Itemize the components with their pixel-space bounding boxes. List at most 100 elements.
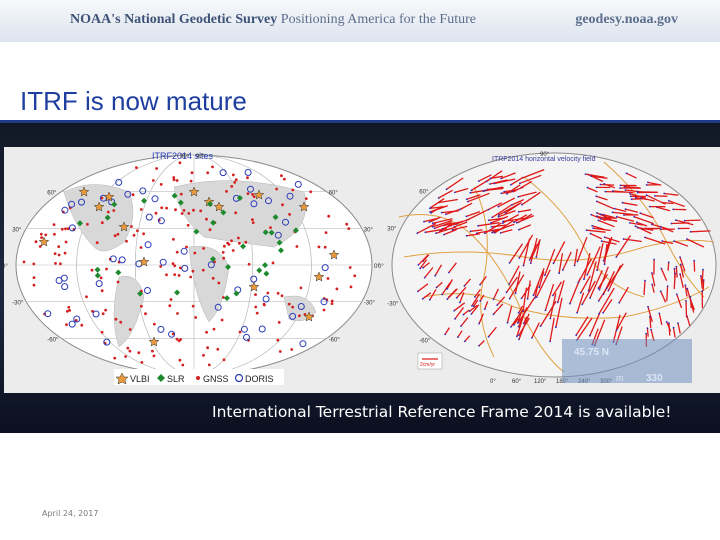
velocity-site-dot — [506, 192, 508, 195]
gnss-site-marker — [159, 183, 163, 186]
velocity-site-dot — [674, 219, 677, 221]
gnss-site-marker — [65, 323, 68, 326]
velocity-site-dot — [490, 222, 492, 224]
gnss-site-marker — [211, 276, 215, 280]
velocity-site-dot — [672, 208, 675, 211]
velocity-site-dot — [653, 258, 655, 261]
velocity-site-dot — [561, 269, 564, 271]
velocity-site-dot — [658, 312, 661, 315]
velocity-site-dot — [597, 300, 600, 302]
gnss-site-marker — [281, 203, 284, 207]
gnss-site-marker — [171, 262, 175, 265]
gnss-legend-icon — [196, 376, 200, 380]
velocity-site-dot — [508, 262, 511, 264]
velocity-site-dot — [457, 336, 459, 338]
gnss-site-marker — [275, 187, 278, 191]
maps-panel: ITRF2014 sites 90°90°60°60°30°30°0°0°-30… — [2, 147, 720, 393]
velocity-site-dot — [444, 333, 446, 336]
velocity-site-dot — [514, 292, 517, 295]
velocity-site-dot — [673, 240, 675, 242]
gnss-site-marker — [221, 251, 225, 254]
gnss-site-marker — [330, 302, 334, 305]
lat-label: 0° — [378, 264, 384, 270]
gnss-site-marker — [233, 181, 237, 184]
velocity-site-dot — [683, 219, 686, 222]
velocity-site-dot — [589, 297, 591, 299]
gnss-site-marker — [176, 312, 179, 315]
gnss-site-marker — [175, 179, 179, 182]
maps-figure: ITRF2014 sites 90°90°60°60°30°30°0°0°-30… — [2, 151, 717, 385]
velocity-site-dot — [622, 238, 625, 240]
gnss-site-marker — [95, 241, 99, 245]
gnss-site-marker — [244, 240, 248, 244]
gnss-site-marker — [212, 327, 216, 331]
velocity-site-dot — [459, 301, 461, 304]
gnss-site-marker — [277, 321, 281, 324]
gnss-site-marker — [309, 190, 313, 194]
gnss-site-marker — [206, 171, 210, 175]
gnss-site-marker — [142, 232, 146, 236]
gnss-site-marker — [186, 223, 190, 227]
velocity-site-dot — [493, 182, 496, 185]
gnss-site-marker — [189, 179, 193, 183]
website-link[interactable]: geodesy.noaa.gov — [575, 12, 678, 28]
velocity-site-dot — [602, 311, 604, 314]
velocity-site-dot — [470, 189, 473, 192]
velocity-site-dot — [490, 225, 493, 228]
velocity-site-dot — [497, 214, 500, 216]
velocity-site-dot — [451, 228, 454, 231]
lat-label: 90° — [540, 152, 550, 158]
velocity-site-dot — [470, 313, 473, 315]
gnss-site-marker — [101, 312, 105, 316]
gnss-site-marker — [178, 161, 182, 165]
velocity-site-dot — [508, 283, 511, 286]
velocity-site-dot — [600, 240, 603, 243]
gnss-site-marker — [194, 316, 198, 319]
velocity-site-dot — [598, 312, 600, 315]
gnss-site-marker — [217, 281, 221, 285]
velocity-site-dot — [611, 211, 614, 214]
velocity-site-dot — [513, 324, 515, 326]
gnss-site-marker — [330, 299, 334, 303]
velocity-site-dot — [677, 322, 679, 325]
velocity-site-dot — [677, 227, 680, 230]
velocity-site-dot — [448, 271, 450, 274]
velocity-site-dot — [535, 256, 538, 258]
gnss-site-marker — [104, 308, 107, 312]
gnss-site-marker — [222, 358, 226, 362]
gnss-site-marker — [190, 171, 194, 175]
velocity-site-dot — [499, 232, 502, 234]
gnss-site-marker — [40, 236, 43, 239]
velocity-site-dot — [673, 267, 676, 270]
gnss-site-marker — [222, 256, 226, 260]
overlay-unit: m — [616, 373, 624, 383]
velocity-site-dot — [434, 274, 437, 277]
velocity-site-dot — [647, 305, 649, 308]
velocity-site-dot — [522, 322, 525, 325]
velocity-site-dot — [581, 303, 584, 306]
velocity-site-dot — [686, 287, 689, 290]
velocity-site-dot — [645, 332, 648, 335]
velocity-site-dot — [465, 234, 468, 237]
velocity-site-dot — [417, 290, 419, 293]
velocity-site-dot — [569, 302, 571, 305]
gnss-site-marker — [326, 277, 330, 280]
velocity-site-dot — [501, 222, 504, 224]
header-brand: NOAA's National Geodetic Survey Position… — [70, 12, 476, 28]
velocity-site-dot — [597, 287, 600, 289]
velocity-site-dot — [603, 263, 606, 266]
gnss-site-marker — [283, 177, 286, 181]
left-map: ITRF2014 sites 90°90°60°60°30°30°0°0°-30… — [2, 151, 380, 385]
gnss-site-marker — [85, 295, 88, 299]
gnss-site-marker — [317, 245, 321, 249]
velocity-site-dot — [520, 297, 523, 300]
velocity-site-dot — [544, 274, 546, 277]
velocity-site-dot — [628, 222, 631, 224]
gnss-site-marker — [175, 337, 179, 341]
gnss-site-marker — [126, 346, 130, 350]
gnss-site-marker — [90, 268, 94, 272]
velocity-site-dot — [599, 218, 602, 220]
gnss-site-marker — [53, 252, 57, 256]
velocity-site-dot — [529, 262, 532, 264]
velocity-site-dot — [585, 229, 588, 232]
